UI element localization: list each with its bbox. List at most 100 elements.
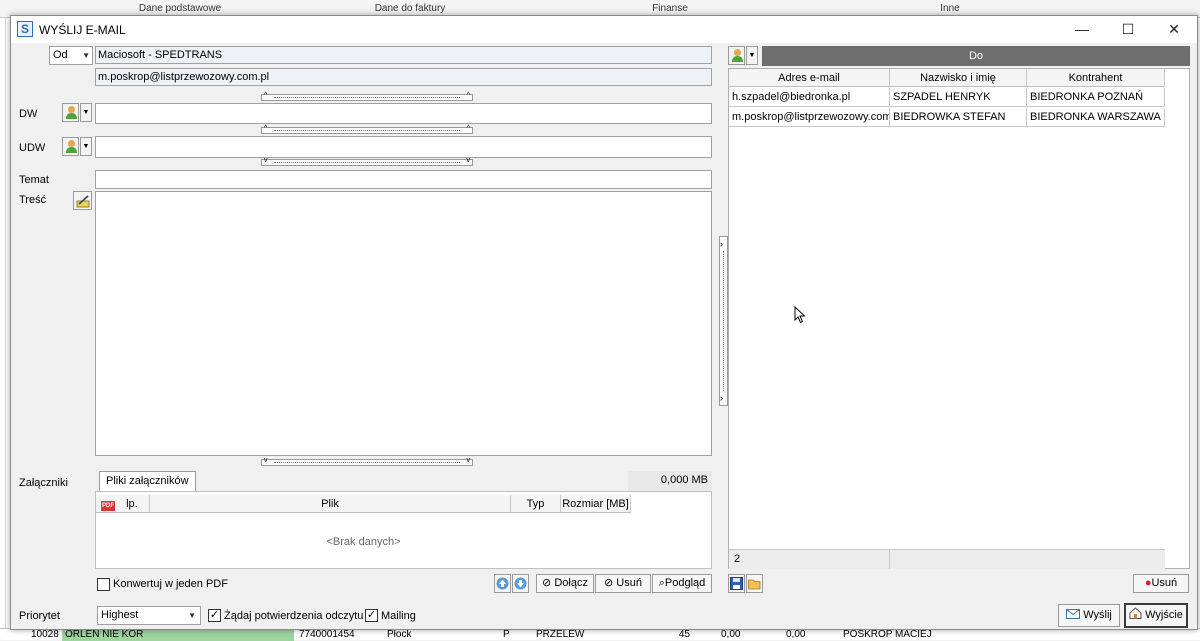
close-button[interactable]: ✕ <box>1151 16 1197 43</box>
body-label: Treść <box>19 194 47 206</box>
exit-button-label: Wyjście <box>1145 609 1183 621</box>
attach-button-label: Dołącz <box>554 577 588 589</box>
column-header-lp[interactable]: PDF lp. <box>96 495 150 513</box>
edit-icon <box>76 195 90 208</box>
udw-contacts-button[interactable] <box>62 137 79 156</box>
sender-email-field[interactable]: m.poskrop@listprzewozowy.com.pl <box>95 68 712 86</box>
move-up-button[interactable] <box>494 574 511 593</box>
person-icon <box>66 140 77 153</box>
column-header-size[interactable]: Rozmiar [MB] <box>561 495 631 513</box>
save-recipients-button[interactable] <box>728 574 745 593</box>
send-button-label: Wyślij <box>1083 609 1112 621</box>
remove-attachment-button[interactable]: ⊘ Usuń <box>595 574 651 593</box>
paperclip-icon: ⊘ <box>604 577 614 589</box>
move-down-button[interactable] <box>512 574 529 593</box>
subject-input[interactable] <box>95 170 712 189</box>
dw-dropdown-button[interactable]: ▼ <box>80 103 92 122</box>
chevron-down-icon: ▼ <box>82 143 90 150</box>
background-grid-line <box>5 18 6 640</box>
tab-attachment-files[interactable]: Pliki załączników <box>99 471 196 491</box>
udw-input[interactable] <box>95 136 712 158</box>
splitter-handle[interactable]: vv <box>261 457 473 466</box>
column-header-contractor[interactable]: Kontrahent <box>1027 69 1165 87</box>
attachments-grid[interactable]: PDF lp. Plik Typ Rozmiar [MB] <Brak dany… <box>95 491 712 569</box>
attachments-label: Załączniki <box>19 477 68 489</box>
chevron-up-icon: ^ <box>264 125 268 132</box>
priority-label: Priorytet <box>19 610 60 622</box>
recipient-email-cell[interactable]: m.poskrop@listprzewozowy.com.pl <box>729 108 890 127</box>
background-cell: 45 <box>678 629 690 640</box>
recipient-name-cell[interactable]: BIEDROWKA STEFAN <box>890 108 1027 127</box>
attachments-total-size: 0,000 MB <box>628 471 712 491</box>
maximize-button[interactable]: ☐ <box>1105 16 1151 43</box>
convert-pdf-checkbox[interactable] <box>97 578 110 591</box>
remove-attachment-button-label: Usuń <box>616 577 642 589</box>
chevron-down-icon: ▼ <box>82 109 90 116</box>
preview-button[interactable]: ⌕Podgląd <box>652 574 712 593</box>
title-bar[interactable]: S WYŚLIJ E-MAIL — ☐ ✕ <box>11 16 1197 43</box>
recipient-name-cell[interactable]: SZPADEL HENRYK <box>890 88 1027 107</box>
chevron-down-icon: ▼ <box>82 51 90 60</box>
background-tab[interactable]: Finanse <box>620 3 720 14</box>
recipients-footer: 2 <box>729 549 1165 569</box>
mouse-cursor-icon <box>794 306 806 324</box>
minimize-button[interactable]: — <box>1059 16 1105 43</box>
send-button[interactable]: Wyślij <box>1058 604 1120 627</box>
background-cell: 7740001454 <box>299 629 355 640</box>
convert-pdf-label: Konwertuj w jeden PDF <box>113 578 228 590</box>
chevron-right-icon: › <box>720 239 723 249</box>
read-receipt-checkbox[interactable]: ✓ <box>208 609 221 622</box>
recipient-email-cell[interactable]: h.szpadel@biedronka.pl <box>729 88 890 107</box>
remove-recipient-button[interactable]: ●Usuń <box>1133 574 1189 593</box>
chevron-down-icon: v <box>466 457 471 464</box>
mailing-checkbox[interactable]: ✓ <box>365 609 378 622</box>
mailing-label: Mailing <box>381 610 416 622</box>
recipients-count: 2 <box>729 550 890 569</box>
person-icon <box>66 106 77 119</box>
open-recipients-button[interactable] <box>746 574 763 593</box>
chevron-down-icon: v <box>466 157 471 164</box>
udw-dropdown-button[interactable]: ▼ <box>80 137 92 156</box>
background-tab[interactable]: Dane do faktury <box>360 3 460 14</box>
dw-label: DW <box>19 108 38 120</box>
exit-button[interactable]: Wyjście <box>1124 603 1188 628</box>
splitter-handle[interactable]: vv <box>261 157 473 166</box>
arrow-down-icon <box>514 577 527 590</box>
edit-body-button[interactable] <box>73 191 92 210</box>
folder-open-icon <box>748 579 761 590</box>
recipient-contacts-button[interactable] <box>728 46 745 65</box>
column-header-file[interactable]: Plik <box>150 495 511 513</box>
splitter-handle[interactable]: ^ ^ <box>261 125 473 134</box>
priority-select[interactable]: Highest ▼ <box>97 606 201 625</box>
from-combo[interactable]: Od ▼ <box>49 46 93 65</box>
recipient-contractor-cell[interactable]: BIEDRONKA POZNAŃ <box>1027 88 1165 107</box>
floppy-disk-icon <box>730 577 743 590</box>
attach-button[interactable]: ⊘ Dołącz <box>536 574 594 593</box>
column-header-email[interactable]: Adres e-mail <box>729 69 890 87</box>
dw-contacts-button[interactable] <box>62 103 79 122</box>
sender-name-field[interactable]: Maciosoft - SPEDTRANS <box>95 46 712 64</box>
background-tab[interactable]: Inne <box>900 3 1000 14</box>
background-cell: PRZELEW <box>536 629 585 640</box>
background-cell: P <box>503 629 510 640</box>
preview-button-label: Podgląd <box>664 577 706 589</box>
splitter-handle[interactable]: ^ ^ <box>261 92 473 101</box>
attachments-grid-header: PDF lp. Plik Typ Rozmiar [MB] <box>96 495 631 513</box>
pdf-icon: PDF <box>101 501 115 511</box>
background-tab[interactable]: Dane podstawowe <box>130 3 230 14</box>
column-header-name[interactable]: Nazwisko i imię <box>890 69 1027 87</box>
column-header-type[interactable]: Typ <box>511 495 561 513</box>
panel-splitter[interactable]: › › <box>719 236 728 406</box>
from-combo-value: Od <box>53 49 68 61</box>
recipient-dropdown-button[interactable]: ▼ <box>746 46 758 65</box>
message-body-editor[interactable] <box>95 191 712 456</box>
recipient-contractor-cell[interactable]: BIEDRONKA WARSZAWA 1 <box>1027 108 1165 127</box>
column-header-lp-label: lp. <box>126 498 138 510</box>
background-cell: ORLEN NIE KOR <box>62 629 294 641</box>
send-email-dialog: S WYŚLIJ E-MAIL — ☐ ✕ Od ▼ Maciosoft - S… <box>10 15 1198 630</box>
background-cell: Płock <box>387 629 412 640</box>
chevron-down-icon: v <box>264 457 268 464</box>
check-mark-icon: ✓ <box>366 609 377 621</box>
dw-input[interactable] <box>95 103 712 124</box>
priority-select-value: Highest <box>101 609 139 621</box>
